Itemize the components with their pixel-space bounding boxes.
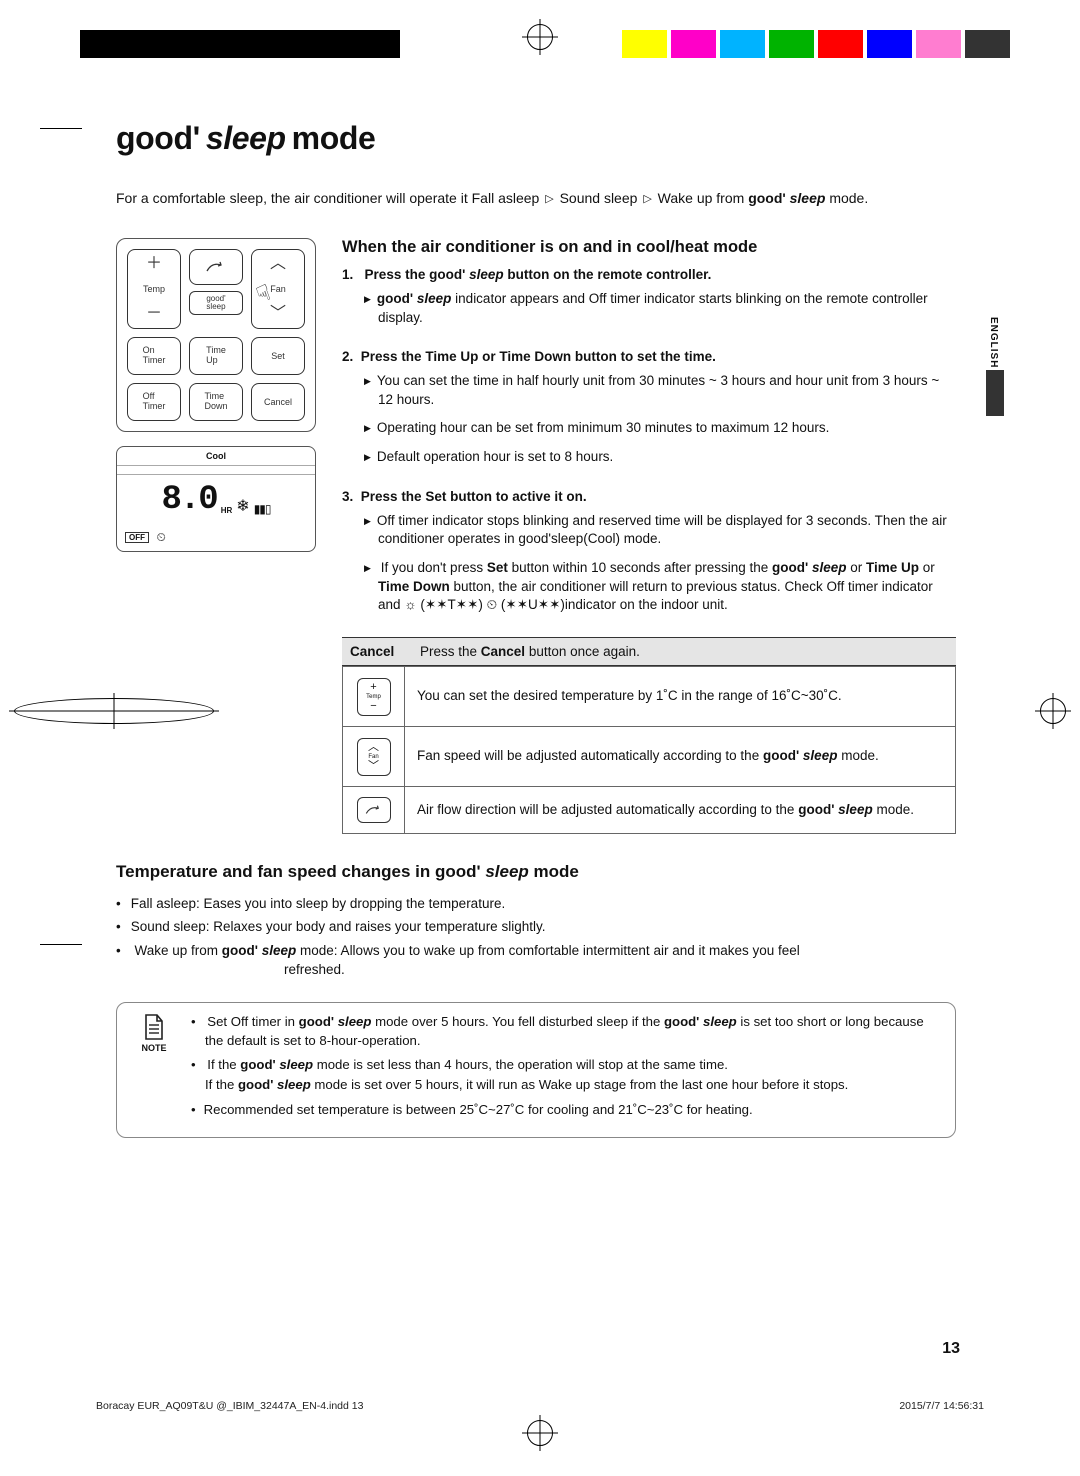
swing-text-cell: Air flow direction will be adjusted auto… [405,786,956,833]
step-3-bullet: If you don't press Set button within 10 … [364,559,956,615]
time-up-button: Time Up [189,337,243,375]
step-2-heading: Press the Time Up or Time Down button to… [342,349,956,364]
off-timer-button: Off Timer [127,383,181,421]
remote-display-illustration: Cool 8.0 HR ❄ ▮▮▯ OFF ⏲ [116,446,316,552]
display-mode-label: Cool [117,447,315,466]
fan-text-cell: Fan speed will be adjusted automatically… [405,726,956,786]
crop-tick [40,128,82,129]
cancel-instruction-row: Cancel Press the Cancel button once agai… [342,637,956,666]
display-hr-label: HR [221,506,233,515]
temp-text-cell: You can set the desired temperature by 1… [405,666,956,726]
note-3: Recommended set temperature is between 2… [191,1101,941,1119]
intro-text: For a comfortable sleep, the air conditi… [116,189,956,208]
cancel-text: Press the Cancel button once again. [420,644,640,659]
instruction-steps: Press the good' sleep button on the remo… [342,267,956,615]
time-down-button: Time Down [189,383,243,421]
display-hours-value: 8.0 [162,481,217,519]
section-heading: When the air conditioner is on and in co… [342,238,956,257]
snowflake-icon: ❄ [236,496,249,516]
cancel-button: Cancel [251,383,305,421]
phase-wake-up: Wake up from good' sleep mode: Allows yo… [116,941,956,980]
footer-filename: Boracay EUR_AQ09T&U @_IBIM_32447A_EN-4.i… [96,1400,363,1412]
step-3-heading: Press the Set button to active it on. [342,489,956,504]
print-footer: Boracay EUR_AQ09T&U @_IBIM_32447A_EN-4.i… [96,1400,984,1412]
step-2-bullet: Default operation hour is set to 8 hours… [364,448,956,467]
registration-mark-icon [527,24,553,50]
page-title: good'sleepmode [116,120,956,157]
section-2-heading: Temperature and fan speed changes in goo… [116,862,956,882]
fan-bars-icon: ▮▮▯ [254,502,271,516]
language-marker [986,370,1004,416]
feature-behavior-table: +Temp− You can set the desired temperatu… [342,666,956,834]
step-3-bullet: Off timer indicator stops blinking and r… [364,512,956,549]
registration-mark-icon [1040,698,1066,724]
crop-tick [40,944,82,945]
language-label: ENGLISH [988,317,999,368]
note-label-column: NOTE [131,1013,177,1125]
timer-icon: ⏲ [156,530,165,544]
phase-sound-sleep: Sound sleep: Relaxes your body and raise… [116,917,956,937]
remote-controller-illustration: ＋ Temp － good'sleep ︿ Fan [116,238,316,432]
page-number: 13 [942,1340,960,1358]
note-page-icon [142,1013,166,1041]
step-1-heading: Press the good' sleep button on the remo… [342,267,956,282]
phase-fall-asleep: Fall asleep: Eases you into sleep by dro… [116,894,956,914]
step-2-bullet: Operating hour can be set from minimum 3… [364,419,956,438]
display-off-label: OFF [125,532,149,543]
temp-button: ＋ Temp － [127,249,181,329]
set-button: Set [251,337,305,375]
language-tab: ENGLISH [986,317,1002,416]
step-1-bullet: good' sleep indicator appears and Off ti… [364,290,956,327]
note-1: Set Off timer in good' sleep mode over 5… [191,1013,941,1050]
on-timer-button: On Timer [127,337,181,375]
sleep-phase-list: Fall asleep: Eases you into sleep by dro… [116,894,956,980]
note-2: If the good' sleep mode is set less than… [191,1056,941,1074]
footer-timestamp: 2015/7/7 14:56:31 [899,1400,984,1412]
fan-icon-cell: ︿Fan﹀ [343,726,405,786]
swing-button [189,249,243,285]
step-2-bullet: You can set the time in half hourly unit… [364,372,956,409]
swing-icon-cell [343,786,405,833]
temp-icon-cell: +Temp− [343,666,405,726]
good-sleep-button: good'sleep [189,291,243,315]
note-box: NOTE Set Off timer in good' sleep mode o… [116,1002,956,1138]
note-2-cont: If the good' sleep mode is set over 5 ho… [191,1076,941,1094]
cancel-label: Cancel [350,644,402,659]
registration-mark-icon [527,1420,553,1446]
